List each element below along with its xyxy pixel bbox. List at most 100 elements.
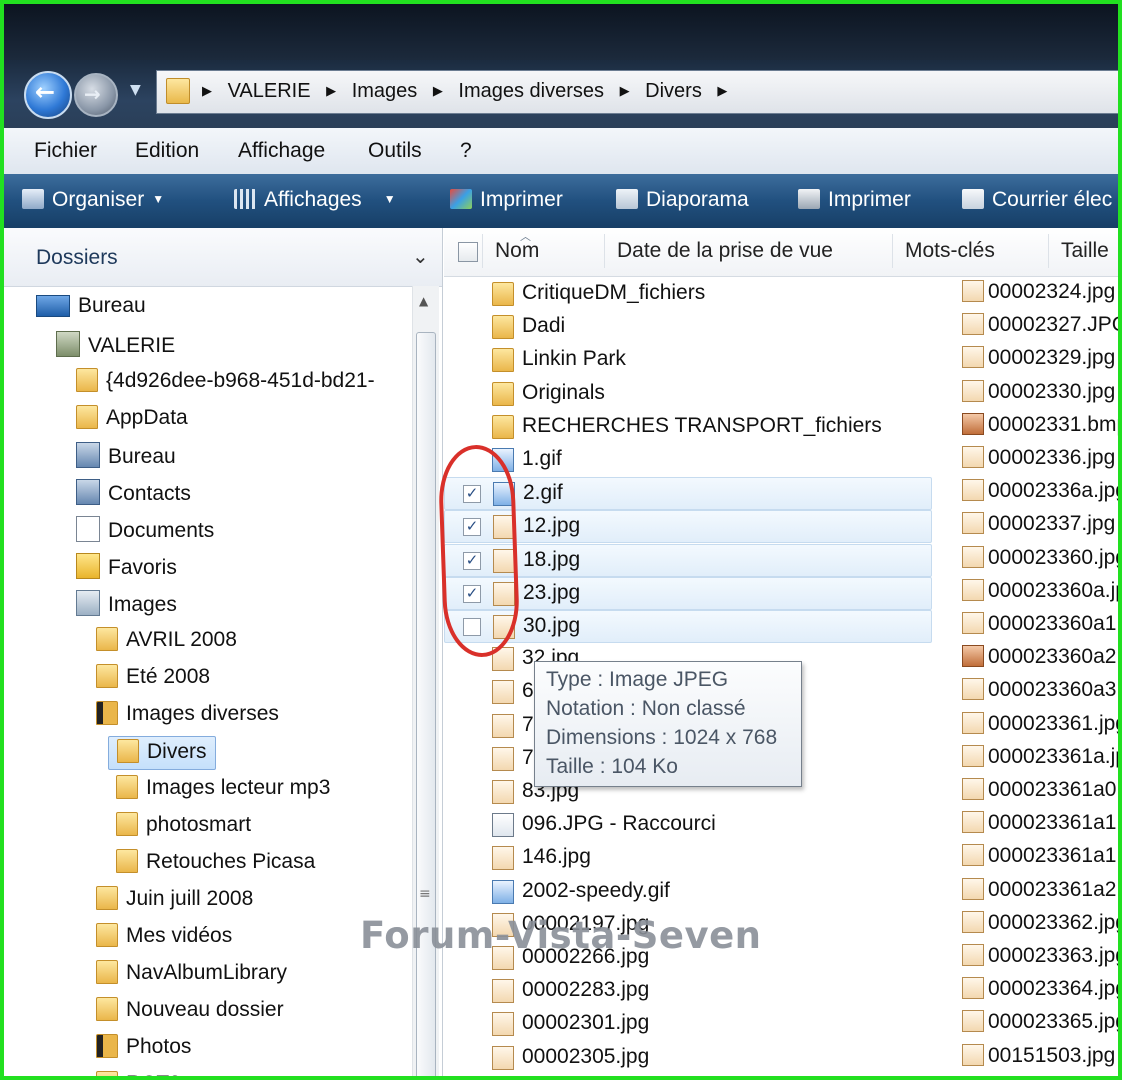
file-row[interactable]: 146.jpg [444,842,932,875]
menu-outils[interactable]: Outils [368,139,422,163]
courrier-button[interactable]: Courrier élec [962,188,1112,212]
file-name: 146.jpg [522,845,591,869]
file-item[interactable]: 000023360a1 [962,612,1116,645]
tree-item-mes-videos[interactable]: Mes vidéos [96,923,232,957]
file-item[interactable]: 000023361a.jpg [962,744,1118,778]
file-name: CritiqueDM_fichiers [522,281,706,304]
folders-pane-header[interactable]: Dossiers ⌄ [4,228,442,287]
file-row[interactable]: RECHERCHES TRANSPORT_fichiers [444,411,932,444]
file-row[interactable]: 00002301.jpg [444,1008,932,1041]
tree-item-favoris[interactable]: Favoris [76,553,177,587]
tree-item-images[interactable]: Images [76,590,177,624]
file-item[interactable]: 00002331.bmp [962,412,1122,446]
menu-help[interactable]: ? [460,139,472,163]
breadcrumb-item[interactable]: Images [352,80,418,102]
column-header-date[interactable]: Date de la prise de vue [604,234,887,268]
chevron-right-icon[interactable]: ▶ [326,83,336,98]
contacts-icon [76,479,100,505]
jpg-file-icon [962,877,984,900]
file-row[interactable]: 00002305.jpg [444,1042,932,1075]
history-dropdown-icon[interactable]: ▼ [130,82,141,98]
folder-tree-scrollbar[interactable]: ▲ ≡ [412,286,439,1076]
tree-item-avril-2008[interactable]: AVRIL 2008 [96,627,237,661]
menu-edition[interactable]: Edition [135,139,199,163]
breadcrumb-item[interactable]: Images diverses [458,80,604,102]
file-item[interactable]: 000023360a.jpg [962,578,1118,612]
tree-item-nouveau-dossier[interactable]: Nouveau dossier [96,997,284,1031]
file-row[interactable]: CritiqueDM_fichiers [444,278,932,311]
file-item[interactable]: 00151503.jpg [962,1043,1115,1076]
file-name: 000023361a1 [988,844,1117,868]
file-row[interactable]: ✓ 2.gif [444,477,932,511]
file-item[interactable]: 000023360a2 [962,645,1116,678]
file-item[interactable]: 00002336a.jpg [962,479,1118,512]
file-item[interactable]: 000023362.jpg [962,910,1118,944]
tree-item-divers[interactable]: Divers [108,736,216,770]
file-item[interactable]: 000023361.jpg [962,711,1118,745]
affichages-button[interactable]: Affichages ▼ [234,188,396,212]
breadcrumb-item[interactable]: Divers [645,80,702,102]
file-item[interactable]: 00002336.jpg [962,446,1115,479]
file-item[interactable]: 000023364.jpg [962,977,1118,1010]
file-row[interactable]: 00002283.jpg [444,975,932,1008]
chevron-down-icon[interactable]: ⌄ [412,244,429,268]
file-row[interactable]: ✓ 12.jpg [444,510,932,544]
file-item[interactable]: 00002329.jpg [962,346,1115,379]
chevron-right-icon[interactable]: ▶ [620,83,630,98]
file-item[interactable]: 000023360.jpg [962,545,1118,579]
tree-item-bureau-2[interactable]: Bureau [76,442,176,476]
file-item[interactable]: 000023361a1 [962,811,1116,844]
tree-item-guid-folder[interactable]: {4d926dee-b968-451d-bd21- [76,368,375,402]
file-row[interactable]: 1.gif [444,444,932,477]
tree-item-images-diverses[interactable]: Images diverses [96,701,279,735]
menu-affichage[interactable]: Affichage [238,139,325,163]
chevron-right-icon[interactable]: ▶ [717,83,727,98]
diaporama-button[interactable]: Diaporama [616,188,749,212]
file-row[interactable]: 2002-speedy.gif [444,876,932,909]
file-item[interactable]: 00002324.jpg [962,280,1115,313]
tree-item-images-lecteur-mp3[interactable]: Images lecteur mp3 [116,775,330,809]
scrollbar-thumb[interactable] [416,332,436,1076]
file-item[interactable]: 000023361a0 [962,778,1116,811]
chevron-right-icon[interactable]: ▶ [202,83,212,98]
tree-item-rct3[interactable]: RCT3 [96,1071,181,1076]
chevron-right-icon[interactable]: ▶ [433,83,443,98]
imprimer-photo-button[interactable]: Imprimer [450,188,563,212]
file-item[interactable]: 000023361a2 [962,877,1116,911]
tree-item-navalbumlibrary[interactable]: NavAlbumLibrary [96,960,287,994]
file-row[interactable]: Originals [444,378,932,411]
tree-item-contacts[interactable]: Contacts [76,479,191,513]
file-row[interactable]: 096.JPG - Raccourci [444,809,932,842]
file-item[interactable]: 00002327.JPG [962,313,1118,346]
imprimer-button[interactable]: Imprimer [798,188,911,212]
tree-item-appdata[interactable]: AppData [76,405,188,439]
tree-item-documents[interactable]: Documents [76,516,214,550]
tree-item-photos[interactable]: Photos [96,1034,191,1068]
tree-item-photosmart[interactable]: photosmart [116,812,251,846]
tree-item-bureau[interactable]: Bureau [36,294,146,328]
breadcrumb-item[interactable]: VALERIE [228,80,311,102]
folder-icon [96,886,118,910]
file-item[interactable]: 00002337.jpg [962,512,1115,545]
file-item[interactable]: 000023360a3 [962,678,1116,711]
tree-item-retouches-picasa[interactable]: Retouches Picasa [116,849,315,883]
tree-item-juin-juill-2008[interactable]: Juin juill 2008 [96,886,253,920]
file-row[interactable]: Linkin Park [444,344,932,377]
column-header-nom[interactable]: Nom [482,234,615,268]
tree-item-ete-2008[interactable]: Eté 2008 [96,664,210,698]
organiser-button[interactable]: Organiser ▼ [22,188,164,212]
file-item[interactable]: 000023361a1 [962,844,1116,877]
column-header-mots-cles[interactable]: Mots-clés [892,234,1045,268]
column-header-taille[interactable]: Taille [1048,234,1118,268]
select-all-checkbox[interactable] [458,242,478,262]
breadcrumb[interactable]: ▶ VALERIE ▶ Images ▶ Images diverses ▶ D… [202,80,737,103]
menu-fichier[interactable]: Fichier [34,139,97,163]
file-item[interactable]: 000023363.jpg [962,944,1118,977]
file-item[interactable]: 000023365.jpg [962,1010,1118,1043]
scroll-up-icon[interactable]: ▲ [419,294,428,308]
file-name: 00002331.bmp [988,412,1122,436]
screenshot-frame: ← → ▼ ▶ VALERIE ▶ Images ▶ Images divers… [0,0,1122,1080]
file-row[interactable]: Dadi [444,311,932,344]
tree-item-valerie[interactable]: VALERIE [56,331,175,365]
file-item[interactable]: 00002330.jpg [962,379,1115,413]
